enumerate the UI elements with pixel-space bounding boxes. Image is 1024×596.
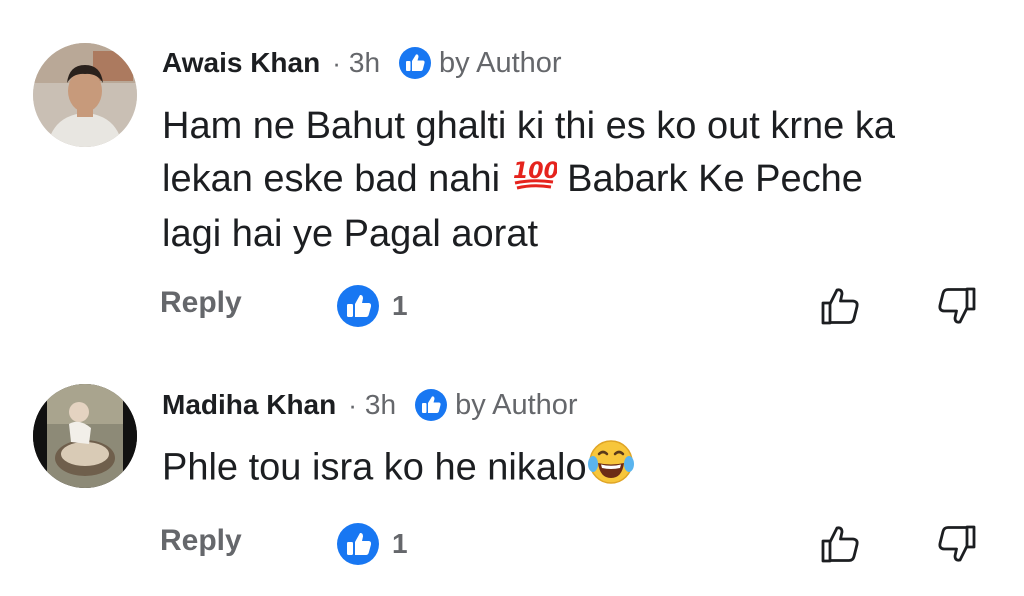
comment-text-line: lekan eske bad nahi 100 Babark Ke Peche	[162, 153, 1002, 208]
separator-dot: ·	[332, 47, 341, 78]
comment-text: Phle tou isra ko he nikalo	[162, 438, 1002, 501]
reply-button[interactable]: Reply	[160, 286, 242, 320]
reaction-count: 1	[392, 290, 408, 321]
avatar[interactable]	[33, 384, 137, 488]
comment-text-line: lagi hai ye Pagal aorat	[162, 213, 539, 256]
author-name[interactable]: Awais Khan	[162, 47, 320, 79]
author-badge: by Author	[398, 46, 562, 80]
comment-item: Madiha Khan · 3h by Author Phle tou isra…	[0, 360, 1024, 596]
reaction-summary[interactable]: 1	[336, 284, 408, 328]
author-name[interactable]: Madiha Khan	[162, 389, 336, 421]
comment-timestamp[interactable]: 3h	[365, 389, 396, 421]
thumbs-down-outline-icon	[938, 287, 976, 324]
avatar[interactable]	[33, 43, 137, 147]
dislike-button[interactable]	[935, 522, 979, 566]
separator-dot: ·	[348, 389, 357, 420]
reaction-count: 1	[392, 528, 408, 559]
like-button[interactable]	[818, 284, 862, 328]
reaction-summary[interactable]: 1	[336, 522, 408, 566]
comment-actions: Reply 1	[0, 514, 1024, 574]
thumbs-up-outline-icon	[821, 526, 859, 563]
dislike-button[interactable]	[935, 284, 979, 328]
like-reaction-icon	[337, 285, 379, 327]
tears-of-joy-emoji	[587, 438, 635, 501]
like-reaction-icon	[337, 523, 379, 565]
author-badge: by Author	[414, 388, 578, 422]
comment-timestamp[interactable]: 3h	[349, 47, 380, 79]
hundred-points-emoji: 100	[511, 153, 559, 208]
comment-item: Awais Khan · 3h by Author Ham ne Bahut g…	[0, 0, 1024, 360]
comment-text-line: Ham ne Bahut ghalti ki thi es ko out krn…	[162, 105, 895, 147]
comment-text-segment: Phle tou isra ko he nikalo	[162, 446, 587, 489]
thumbs-up-badge-icon	[399, 47, 432, 79]
thumbs-up-outline-icon	[821, 288, 859, 325]
comment-text-segment: Babark Ke Peche	[567, 158, 863, 200]
reply-button[interactable]: Reply	[160, 524, 242, 558]
thumbs-up-badge-icon	[415, 389, 448, 421]
comment-header: Awais Khan · 3h by Author	[162, 44, 562, 82]
comment-text-segment: lekan eske bad nahi	[162, 158, 501, 200]
comment-header: Madiha Khan · 3h by Author	[162, 386, 578, 424]
comment-text: Ham ne Bahut ghalti ki thi es ko out krn…	[162, 100, 1002, 261]
by-author-label: by Author	[455, 388, 578, 421]
by-author-label: by Author	[439, 46, 562, 79]
comment-actions: Reply 1	[0, 276, 1024, 336]
like-button[interactable]	[818, 522, 862, 566]
thumbs-down-outline-icon	[938, 525, 976, 562]
